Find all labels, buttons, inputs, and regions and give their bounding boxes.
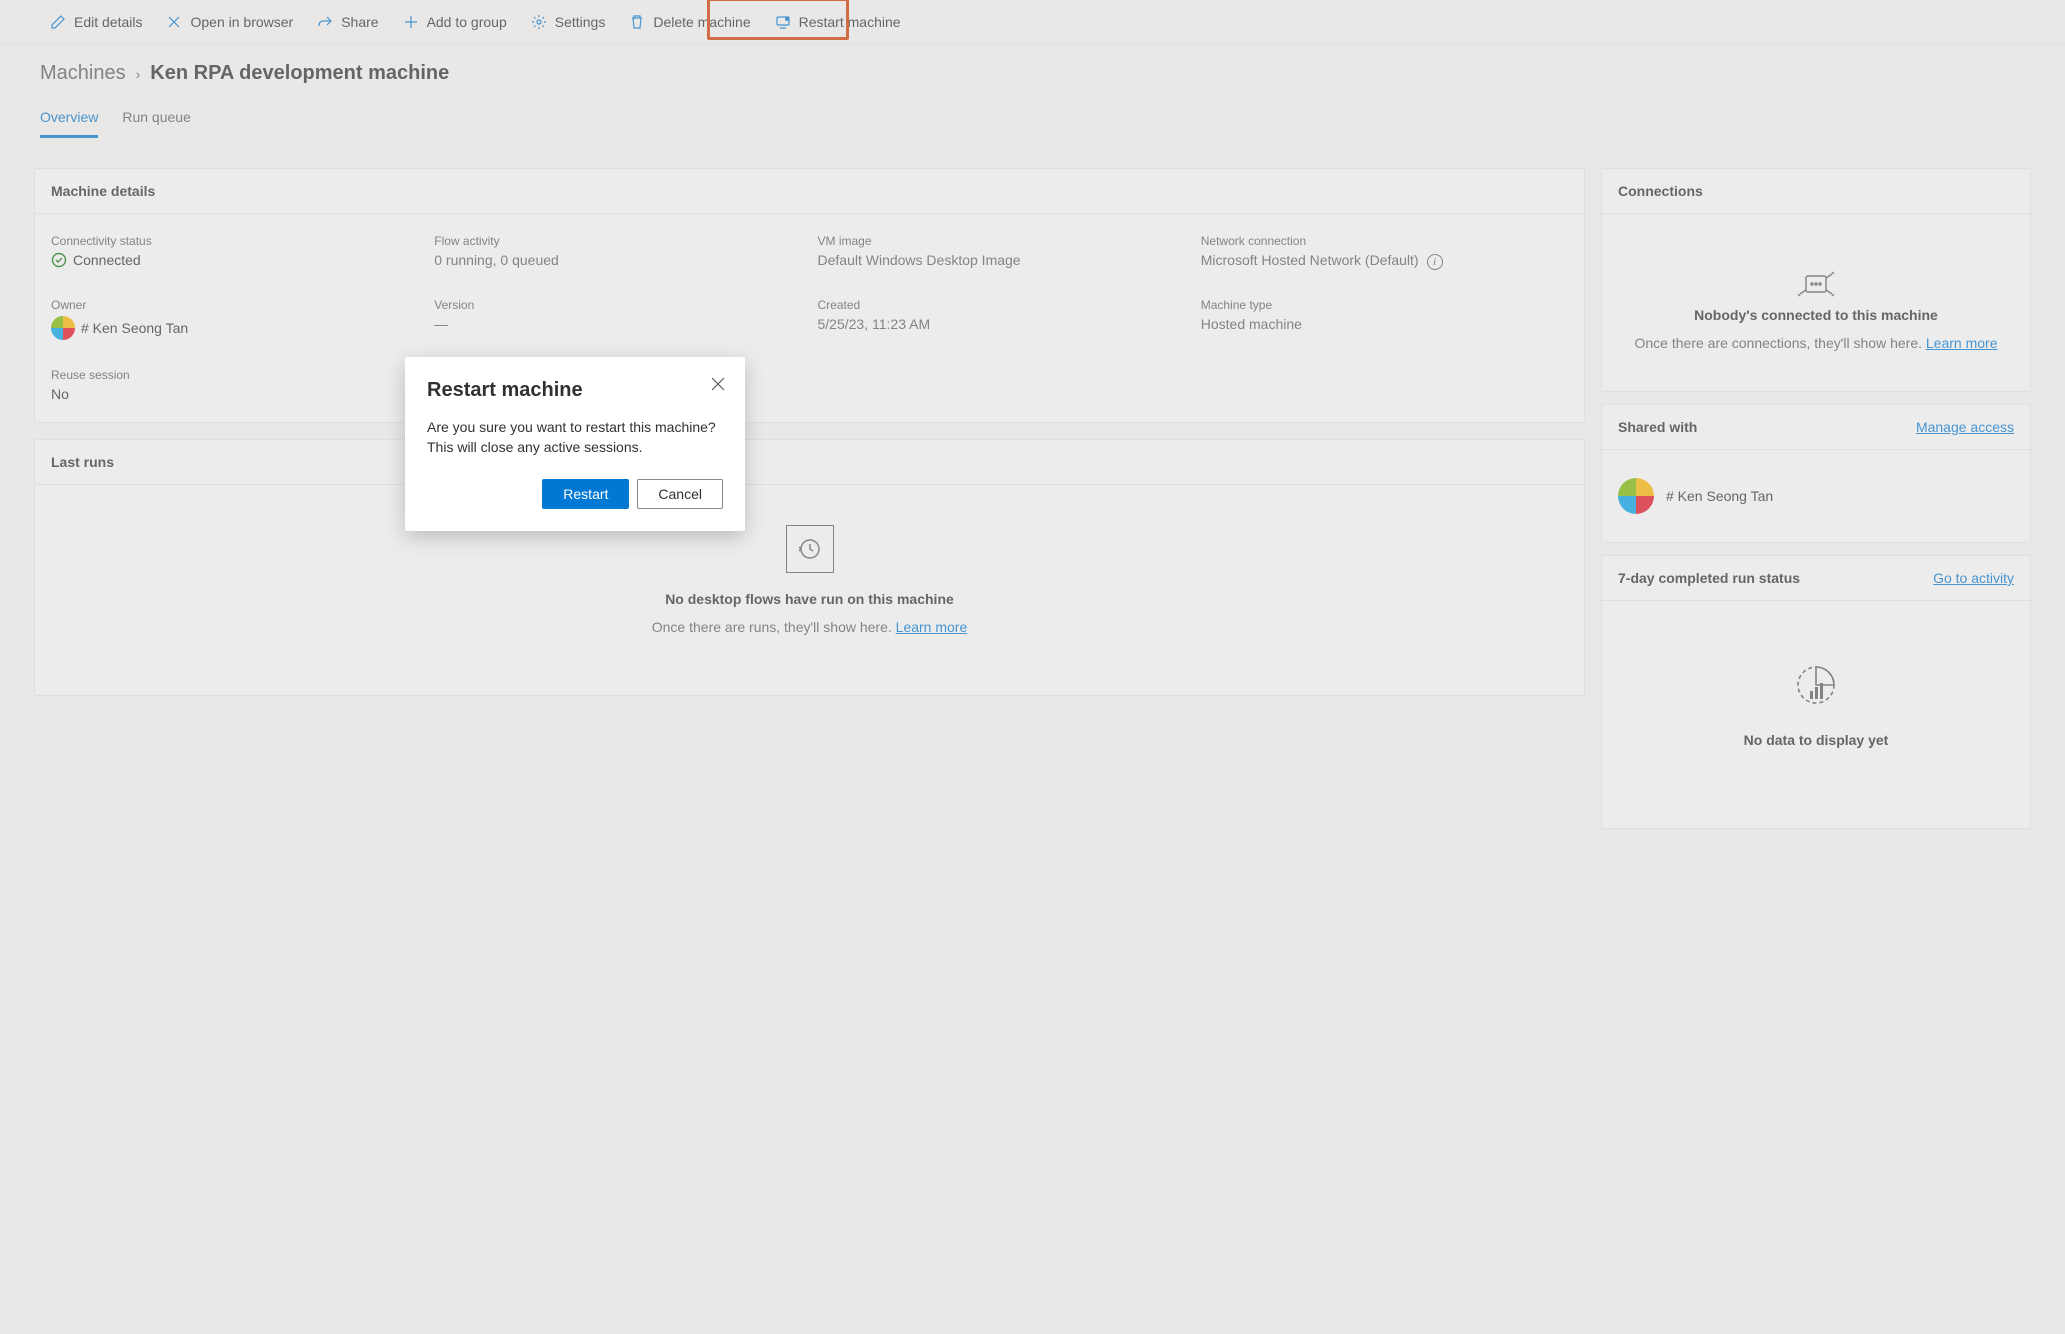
dialog-restart-button[interactable]: Restart (542, 479, 629, 509)
dialog-title: Restart machine (427, 379, 723, 402)
dialog-close-button[interactable] (711, 377, 725, 396)
modal-overlay (0, 0, 2065, 1334)
dialog-body-text: Are you sure you want to restart this ma… (427, 418, 723, 457)
dialog-cancel-button[interactable]: Cancel (637, 479, 723, 509)
restart-dialog: Restart machine Are you sure you want to… (405, 357, 745, 531)
